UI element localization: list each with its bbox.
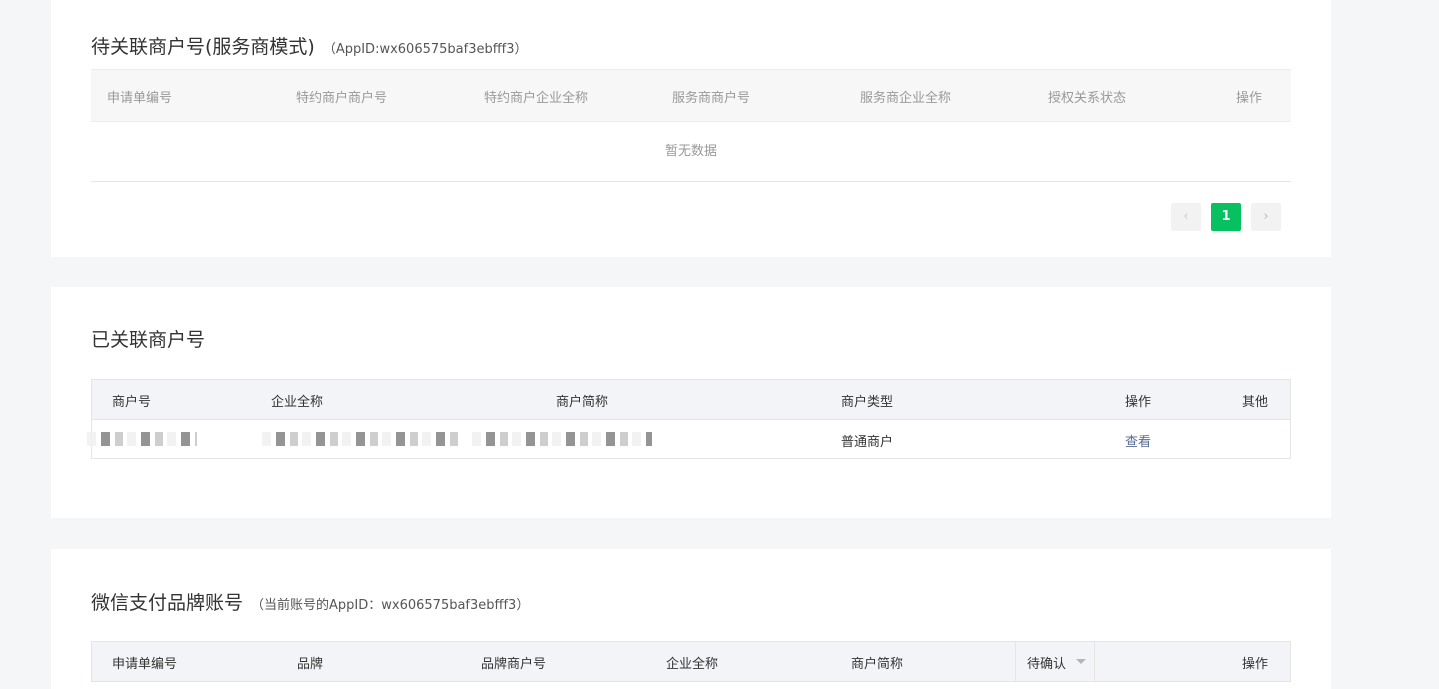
pending-merchant-card: 待关联商户号(服务商模式) （AppID:wx606575baf3ebfff3） …	[51, 0, 1331, 257]
table-header: 申请单编号 品牌 品牌商户号 企业全称 商户简称 待确认 操作	[92, 642, 1290, 681]
empty-state: 暂无数据	[91, 122, 1291, 182]
redacted-company-name	[262, 432, 462, 446]
caret-down-icon	[1076, 659, 1086, 664]
column-header: 商户类型	[841, 395, 894, 410]
status-filter-label: 待确认	[1027, 657, 1067, 672]
linked-merchant-table: 商户号 企业全称 商户简称 商户类型 操作 其他 普通商户 查看	[87, 379, 1291, 459]
table-header: 商户号 企业全称 商户简称 商户类型 操作 其他	[92, 380, 1290, 420]
column-header: 商户简称	[556, 395, 609, 410]
column-header: 操作	[1236, 91, 1263, 106]
brand-account-table: 申请单编号 品牌 品牌商户号 企业全称 商户简称 待确认 操作	[91, 641, 1291, 682]
column-header: 授权关系状态	[1048, 91, 1127, 106]
column-header: 品牌	[297, 657, 324, 672]
pending-section-title: 待关联商户号(服务商模式) （AppID:wx606575baf3ebfff3）	[91, 32, 528, 59]
column-header: 企业全称	[271, 395, 324, 410]
redacted-merchant-id	[87, 432, 197, 446]
view-link[interactable]: 查看	[1125, 431, 1151, 450]
pending-title-text: 待关联商户号(服务商模式)	[91, 36, 315, 58]
brand-section-title: 微信支付品牌账号 （当前账号的AppID：wx606575baf3ebfff3）	[91, 588, 529, 615]
redacted-short-name	[472, 432, 652, 446]
column-header: 商户简称	[851, 657, 904, 672]
brand-title-text: 微信支付品牌账号	[91, 592, 244, 614]
column-header: 服务商企业全称	[860, 91, 952, 106]
table-header: 申请单编号 特约商户商户号 特约商户企业全称 服务商商户号 服务商企业全称 授权…	[91, 69, 1291, 122]
linked-section-title: 已关联商户号	[91, 329, 206, 351]
column-header: 商户号	[112, 395, 152, 410]
column-header: 企业全称	[666, 657, 719, 672]
column-header: 申请单编号	[107, 91, 173, 106]
page-1-button[interactable]: 1	[1211, 203, 1241, 231]
column-header: 特约商户企业全称	[484, 91, 589, 106]
merchant-type-cell: 普通商户	[841, 435, 894, 450]
column-header: 特约商户商户号	[296, 91, 388, 106]
pending-merchant-table: 申请单编号 特约商户商户号 特约商户企业全称 服务商商户号 服务商企业全称 授权…	[91, 69, 1291, 182]
linked-merchant-card: 已关联商户号 商户号 企业全称 商户简称 商户类型 操作 其他 普通商户 查看	[51, 287, 1331, 518]
pending-appid-note: （AppID:wx606575baf3ebfff3）	[322, 42, 528, 57]
column-header: 操作	[1242, 657, 1269, 672]
column-header: 其他	[1242, 395, 1269, 410]
column-header: 申请单编号	[112, 657, 178, 672]
prev-page-button[interactable]: ‹	[1171, 203, 1201, 231]
next-page-button[interactable]: ›	[1251, 203, 1281, 231]
column-header: 服务商商户号	[672, 91, 751, 106]
status-filter-dropdown[interactable]: 待确认	[1015, 642, 1095, 681]
brand-appid-note: （当前账号的AppID：wx606575baf3ebfff3）	[251, 598, 530, 613]
column-header: 操作	[1125, 395, 1152, 410]
column-header: 品牌商户号	[481, 657, 547, 672]
brand-account-card: 微信支付品牌账号 （当前账号的AppID：wx606575baf3ebfff3） …	[51, 549, 1331, 689]
table-row: 普通商户 查看	[87, 420, 1290, 458]
